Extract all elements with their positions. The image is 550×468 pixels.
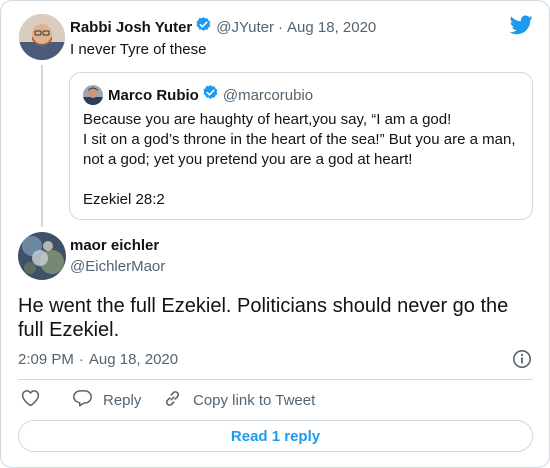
link-icon	[163, 389, 193, 412]
reply-text-line: full Ezekiel.	[18, 319, 120, 341]
meta-separator: ·	[78, 350, 84, 368]
quoted-text-line: I sit on a god’s throne in the heart of …	[83, 131, 516, 148]
meta-separator: ·	[278, 18, 284, 36]
verified-badge-icon	[195, 16, 212, 38]
quoted-text-line: not a god; yet you pretend you are a god…	[83, 151, 413, 168]
author-handle[interactable]: @JYuter	[216, 19, 274, 36]
avatar-maor-eichler[interactable]	[18, 232, 66, 280]
reply-label: Reply	[103, 391, 142, 409]
divider	[18, 379, 533, 380]
quoted-tweet[interactable]: Marco Rubio @marcorubio Because you are …	[69, 72, 533, 220]
reply-date: Aug 18, 2020	[88, 350, 179, 368]
avatar-marco-rubio	[83, 85, 103, 105]
embedded-tweet-card: Rabbi Josh Yuter @JYuter · Aug 18, 2020 …	[0, 0, 550, 468]
quoted-author-handle: @marcorubio	[222, 86, 314, 104]
reply-timestamp[interactable]: 2:09 PM · Aug 18, 2020	[18, 349, 178, 369]
copy-link-label: Copy link to Tweet	[193, 391, 316, 409]
read-replies-label: Read 1 reply	[230, 427, 321, 445]
quoted-text-line: Because you are haughty of heart,you say…	[83, 111, 452, 128]
author-name[interactable]: Rabbi Josh Yuter	[70, 19, 192, 36]
thread-connector	[41, 65, 43, 227]
avatar-rabbi-josh-yuter[interactable]	[19, 14, 65, 60]
tweet-date[interactable]: Aug 18, 2020	[287, 19, 376, 36]
quoted-author-name: Marco Rubio	[108, 86, 199, 104]
reply-bubble-icon	[73, 389, 103, 411]
reply-text-line: He went the full Ezekiel. Politicians sh…	[18, 295, 509, 317]
read-replies-button[interactable]: Read 1 reply	[18, 420, 533, 452]
like-button[interactable]	[21, 390, 51, 410]
heart-icon	[21, 389, 51, 411]
reply-time: 2:09 PM	[18, 350, 74, 368]
twitter-bird-icon[interactable]	[509, 15, 533, 40]
reply-button[interactable]: Reply	[73, 390, 141, 410]
reply-author-handle[interactable]: @EichlerMaor	[70, 258, 165, 275]
info-icon[interactable]	[512, 349, 532, 374]
copy-link-button[interactable]: Copy link to Tweet	[163, 390, 315, 410]
verified-badge-icon	[202, 84, 219, 106]
reply-author-name[interactable]: maor eichler	[70, 237, 159, 254]
tweet-text: I never Tyre of these	[70, 41, 207, 58]
quoted-citation: Ezekiel 28:2	[83, 191, 165, 208]
